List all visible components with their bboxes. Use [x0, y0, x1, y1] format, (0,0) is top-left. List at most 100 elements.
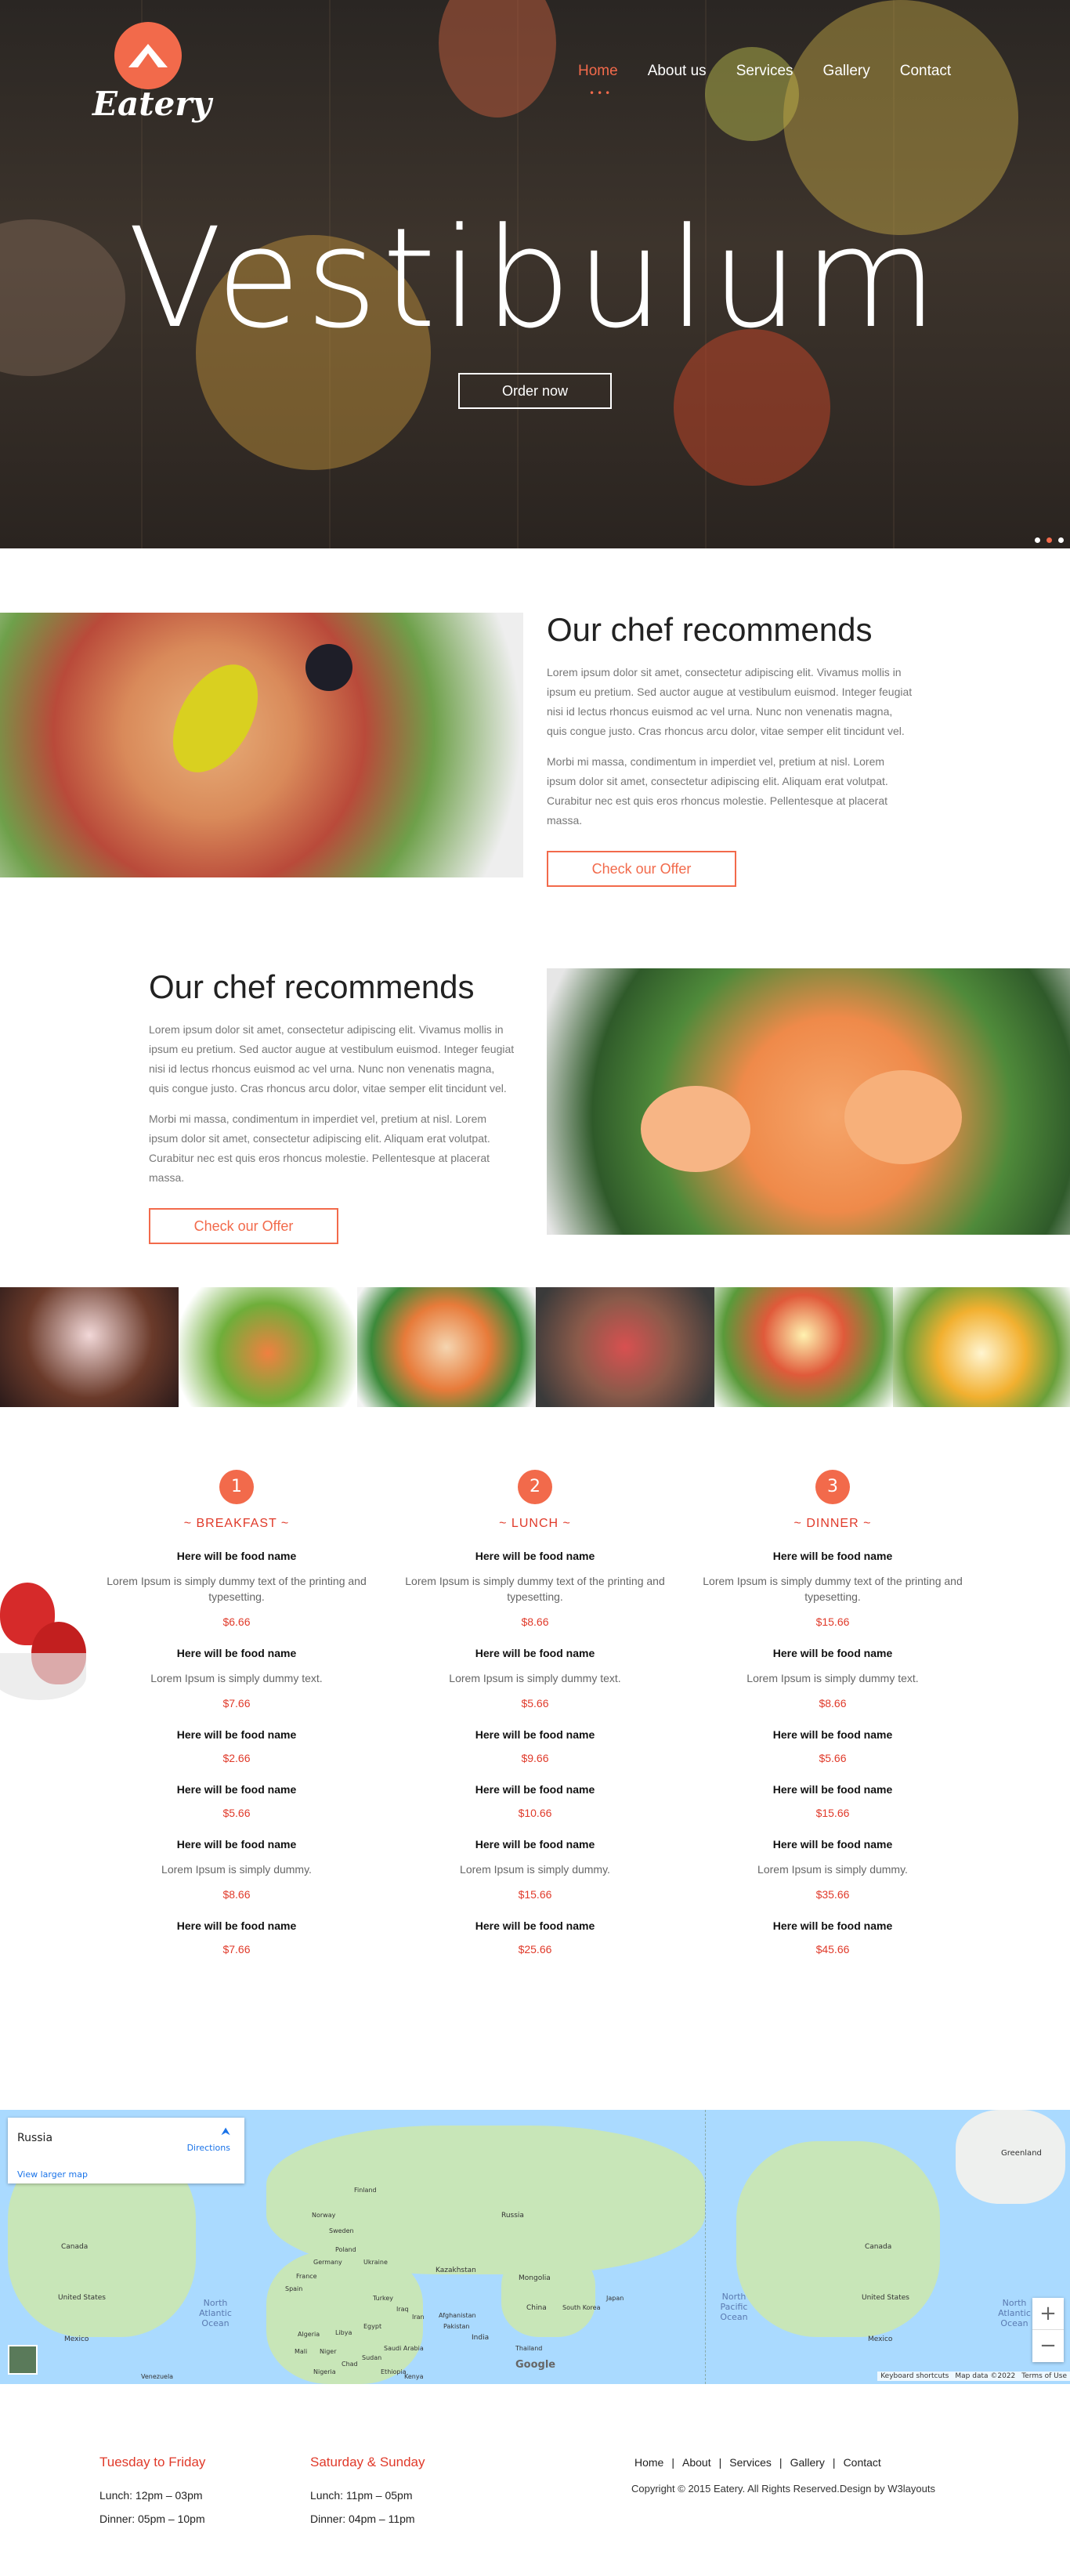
gallery-fruit-dessert[interactable] — [893, 1287, 1070, 1407]
food-desc: Lorem Ipsum is simply dummy. — [161, 1863, 312, 1876]
view-larger-map-link[interactable]: View larger map — [17, 2169, 88, 2180]
food-name: Here will be food name — [176, 1550, 297, 1562]
weekday-hours: Tuesday to Friday Lunch: 12pm – 03pm Din… — [99, 2455, 205, 2525]
meal-title: ~ DINNER ~ — [793, 1517, 872, 1530]
map-label: United States — [862, 2294, 909, 2302]
menu-number-badge: 3 — [815, 1470, 850, 1504]
weekend-hours: Saturday & Sunday Lunch: 11pm – 05pm Din… — [310, 2455, 425, 2525]
map-label: Sweden — [329, 2227, 354, 2234]
nav-home[interactable]: Home — [578, 63, 618, 80]
zoom-in-button[interactable]: + — [1032, 2298, 1064, 2330]
menu-item: Here will be food name $45.66 — [699, 1919, 966, 1956]
copyright: Copyright © 2015 Eatery. All Rights Rese… — [631, 2483, 935, 2495]
strawberries-decoration — [0, 1567, 98, 1724]
food-price: $9.66 — [521, 1752, 549, 1764]
meal-title: ~ BREAKFAST ~ — [183, 1517, 290, 1530]
food-name: Here will be food name — [475, 1550, 595, 1562]
gallery-desserts[interactable] — [536, 1287, 714, 1407]
gallery-cupcakes[interactable] — [0, 1287, 179, 1407]
nav-services[interactable]: Services — [736, 63, 793, 80]
map-label: Iran — [412, 2314, 425, 2321]
shrimp-salad-image — [547, 968, 1070, 1235]
map-land-americas-2 — [736, 2141, 940, 2337]
map-label: Kenya — [404, 2373, 424, 2380]
menu-number-badge: 2 — [518, 1470, 552, 1504]
recommend-block-2: Our chef recommends Lorem ipsum dolor si… — [149, 968, 517, 1244]
main-nav: Home About us Services Gallery Contact — [578, 63, 951, 80]
map-label: Afghanistan — [439, 2312, 476, 2319]
food-price: $2.66 — [222, 1752, 251, 1764]
food-price: $7.66 — [222, 1697, 251, 1709]
drink-glass — [439, 0, 556, 118]
map-label: Niger — [320, 2348, 337, 2355]
nav-about[interactable]: About us — [648, 63, 707, 80]
footer-separator: | — [779, 2456, 783, 2469]
food-name: Here will be food name — [772, 1728, 893, 1741]
food-name: Here will be food name — [475, 1919, 595, 1932]
footer-separator: | — [718, 2456, 722, 2469]
map-label: Turkey — [373, 2295, 394, 2302]
map-label: Iraq — [396, 2306, 409, 2313]
slider-dot[interactable] — [1058, 537, 1064, 543]
map-label: Libya — [335, 2329, 352, 2336]
google-logo: Google — [515, 2359, 556, 2371]
food-desc: Lorem Ipsum is simply dummy text of the … — [107, 1575, 367, 1603]
food-name: Here will be food name — [475, 1728, 595, 1741]
menu-item: Here will be food name $15.66 — [699, 1783, 966, 1819]
check-offer-button[interactable]: Check our Offer — [149, 1208, 338, 1244]
gallery-egg-salad[interactable] — [714, 1287, 893, 1407]
gallery-pizza[interactable] — [357, 1287, 536, 1407]
nav-gallery[interactable]: Gallery — [823, 63, 870, 80]
check-offer-button[interactable]: Check our Offer — [547, 851, 736, 887]
weekend-dinner: Dinner: 04pm – 11pm — [310, 2513, 415, 2525]
map-label: Germany — [313, 2259, 342, 2266]
zoom-out-button[interactable]: − — [1032, 2330, 1064, 2361]
food-price: $5.66 — [819, 1752, 847, 1764]
food-desc: Lorem Ipsum is simply dummy text of the … — [405, 1575, 665, 1603]
map-label: France — [296, 2273, 317, 2280]
google-map[interactable]: Greenland North Atlantic Ocean North Pac… — [0, 2110, 1070, 2384]
logo[interactable]: Eatery — [92, 22, 211, 132]
directions-link[interactable]: Directions — [187, 2143, 230, 2153]
keyboard-shortcuts-link[interactable]: Keyboard shortcuts — [880, 2372, 949, 2380]
map-label: United States — [58, 2294, 106, 2302]
map-label: Mali — [295, 2348, 308, 2355]
recommend-paragraph: Lorem ipsum dolor sit amet, consectetur … — [149, 1023, 515, 1094]
recommend-block-1: Our chef recommends Lorem ipsum dolor si… — [547, 611, 915, 887]
menu-lunch: 2 ~ LUNCH ~ Here will be food name Lorem … — [402, 1470, 668, 1956]
map-label: Sudan — [362, 2354, 382, 2361]
map-label: Nigeria — [313, 2368, 336, 2375]
map-label: Chad — [342, 2361, 358, 2368]
terms-link[interactable]: Terms of Use — [1021, 2372, 1067, 2380]
satellite-toggle[interactable] — [8, 2345, 38, 2375]
map-label: Mongolia — [519, 2274, 551, 2282]
menu-item: Here will be food name Lorem Ipsum is sim… — [103, 1838, 370, 1901]
menu-item: Here will be food name Lorem Ipsum is sim… — [103, 1550, 370, 1628]
food-desc: Lorem Ipsum is simply dummy. — [757, 1863, 908, 1876]
gallery-salad[interactable] — [179, 1287, 357, 1407]
map-label: Ethiopia — [381, 2368, 407, 2375]
slider-dot[interactable] — [1035, 537, 1040, 543]
footer-link-about[interactable]: About — [682, 2456, 711, 2469]
menu-item: Here will be food name $5.66 — [103, 1783, 370, 1819]
food-price: $5.66 — [222, 1807, 251, 1819]
slider-dot-active[interactable] — [1047, 537, 1052, 543]
footer-link-gallery[interactable]: Gallery — [790, 2456, 825, 2469]
footer-link-home[interactable]: Home — [634, 2456, 663, 2469]
weekday-lunch: Lunch: 12pm – 03pm — [99, 2489, 203, 2502]
footer-link-contact[interactable]: Contact — [844, 2456, 881, 2469]
map-label: North Atlantic Ocean — [998, 2298, 1031, 2328]
directions-icon[interactable]: ⮝ — [221, 2126, 230, 2138]
active-nav-indicator: ••• — [589, 88, 613, 99]
order-now-button[interactable]: Order now — [458, 373, 612, 409]
menu-item: Here will be food name Lorem Ipsum is sim… — [402, 1647, 668, 1709]
menu-item: Here will be food name $9.66 — [402, 1728, 668, 1764]
logo-text: Eatery — [92, 85, 211, 123]
nav-contact[interactable]: Contact — [900, 63, 951, 80]
shrimp-shape — [844, 1070, 962, 1164]
recommend-title: Our chef recommends — [547, 611, 873, 648]
food-name: Here will be food name — [475, 1783, 595, 1796]
food-name: Here will be food name — [772, 1647, 893, 1659]
menu-breakfast: 1 ~ BREAKFAST ~ Here will be food name Lo… — [103, 1470, 370, 1956]
footer-link-services[interactable]: Services — [729, 2456, 772, 2469]
